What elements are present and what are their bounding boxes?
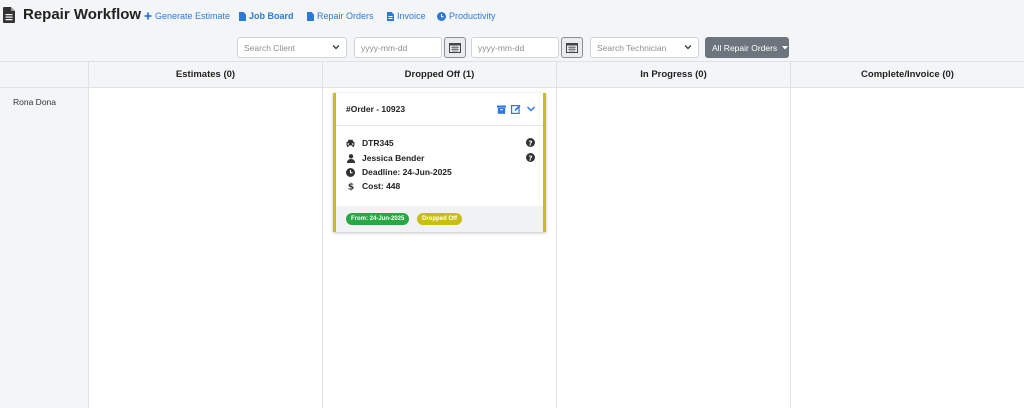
clock-icon: [437, 11, 446, 21]
column-body-estimates[interactable]: [89, 88, 322, 408]
customer-row: Jessica Bender: [346, 153, 424, 163]
order-card[interactable]: #Order - 10923 DTR345 ? Jessica Bender ?…: [333, 93, 546, 232]
technician-column: Rona Dona: [0, 62, 89, 408]
invoice-icon: [387, 11, 394, 21]
caret-down-icon: [782, 45, 789, 49]
calendar-icon: [566, 42, 578, 53]
customer-name: Jessica Bender: [362, 153, 425, 163]
file-icon: [239, 11, 246, 21]
technician-column-header: [0, 62, 88, 88]
column-header-dropped-off: Dropped Off (1): [323, 62, 556, 88]
svg-text:?: ?: [528, 154, 532, 162]
question-circle-icon[interactable]: ?: [526, 138, 535, 147]
date-to-placeholder: yyyy-mm-dd: [478, 42, 525, 53]
date-from-placeholder: yyyy-mm-dd: [361, 42, 408, 53]
column-body-in-progress[interactable]: [557, 88, 790, 408]
date-to-calendar-button[interactable]: [561, 37, 583, 58]
svg-text:?: ?: [528, 139, 532, 147]
search-technician-select[interactable]: Search Technician: [590, 37, 699, 58]
from-date-badge: From: 24-Jun-2025: [346, 213, 410, 225]
dollar-icon: $: [348, 183, 354, 192]
order-card-footer: From: 24-Jun-2025 Dropped Off: [336, 206, 543, 232]
column-estimates: Estimates (0): [89, 62, 323, 408]
clock-icon: [346, 167, 355, 177]
nav-repair-orders-label: Repair Orders: [317, 11, 374, 21]
cost-row: $ Cost: 448: [346, 181, 401, 192]
date-from-input[interactable]: yyyy-mm-dd: [354, 37, 442, 58]
calendar-icon: [449, 42, 461, 53]
order-number: #Order - 10923: [346, 104, 406, 114]
order-card-header: #Order - 10923: [336, 93, 543, 126]
column-header-in-progress: In Progress (0): [557, 62, 790, 88]
deadline-text: Deadline: 24-Jun-2025: [362, 167, 452, 177]
nav-invoice-label: Invoice: [397, 11, 426, 21]
column-complete-invoice: Complete/Invoice (0): [791, 62, 1024, 408]
deadline-row: Deadline: 24-Jun-2025: [346, 167, 452, 177]
archive-icon[interactable]: [497, 105, 506, 114]
user-icon: [346, 153, 355, 163]
nav-job-board[interactable]: Job Board: [239, 11, 294, 21]
edit-icon[interactable]: [511, 104, 521, 114]
date-to-input[interactable]: yyyy-mm-dd: [471, 37, 559, 58]
cost-text: Cost: 448: [362, 181, 401, 191]
vehicle-plate: DTR345: [362, 138, 394, 148]
order-card-body: DTR345 ? Jessica Bender ? Deadline: 24-J…: [336, 126, 543, 206]
question-circle-icon[interactable]: ?: [526, 153, 535, 162]
nav-generate-estimate-label: Generate Estimate: [155, 11, 231, 21]
top-bar: Repair Workflow Generate Estimate Job Bo…: [0, 0, 1024, 34]
car-icon: [346, 139, 355, 147]
nav-invoice[interactable]: Invoice: [387, 11, 426, 21]
nav-productivity-label: Productivity: [449, 11, 496, 21]
date-from-calendar-button[interactable]: [444, 37, 466, 58]
column-header-estimates: Estimates (0): [89, 62, 322, 88]
nav-repair-orders[interactable]: Repair Orders: [307, 11, 374, 21]
file-icon: [307, 11, 314, 21]
technician-name: Rona Dona: [13, 97, 57, 107]
chevron-down-icon: [332, 45, 340, 50]
all-repair-orders-button[interactable]: All Repair Orders: [705, 37, 789, 58]
all-repair-orders-label: All Repair Orders: [712, 42, 778, 53]
column-body-complete-invoice[interactable]: [791, 88, 1024, 408]
plus-icon: [144, 12, 152, 20]
nav-productivity[interactable]: Productivity: [437, 11, 496, 21]
chevron-down-icon[interactable]: [526, 105, 536, 113]
page-title: Repair Workflow: [23, 6, 142, 23]
column-in-progress: In Progress (0): [557, 62, 791, 408]
search-client-placeholder: Search Client: [244, 42, 296, 53]
status-badge: Dropped Off: [417, 213, 462, 225]
nav-job-board-label: Job Board: [249, 11, 294, 21]
chevron-down-icon: [684, 45, 692, 50]
document-icon: [3, 7, 15, 23]
column-header-complete-invoice: Complete/Invoice (0): [791, 62, 1024, 88]
svg-text:$: $: [348, 183, 354, 192]
technician-column-body: [0, 88, 88, 408]
nav-generate-estimate[interactable]: Generate Estimate: [144, 11, 230, 21]
order-card-actions: [497, 104, 536, 114]
vehicle-row: DTR345: [346, 138, 394, 148]
search-technician-placeholder: Search Technician: [597, 42, 667, 53]
search-client-select[interactable]: Search Client: [237, 37, 347, 58]
